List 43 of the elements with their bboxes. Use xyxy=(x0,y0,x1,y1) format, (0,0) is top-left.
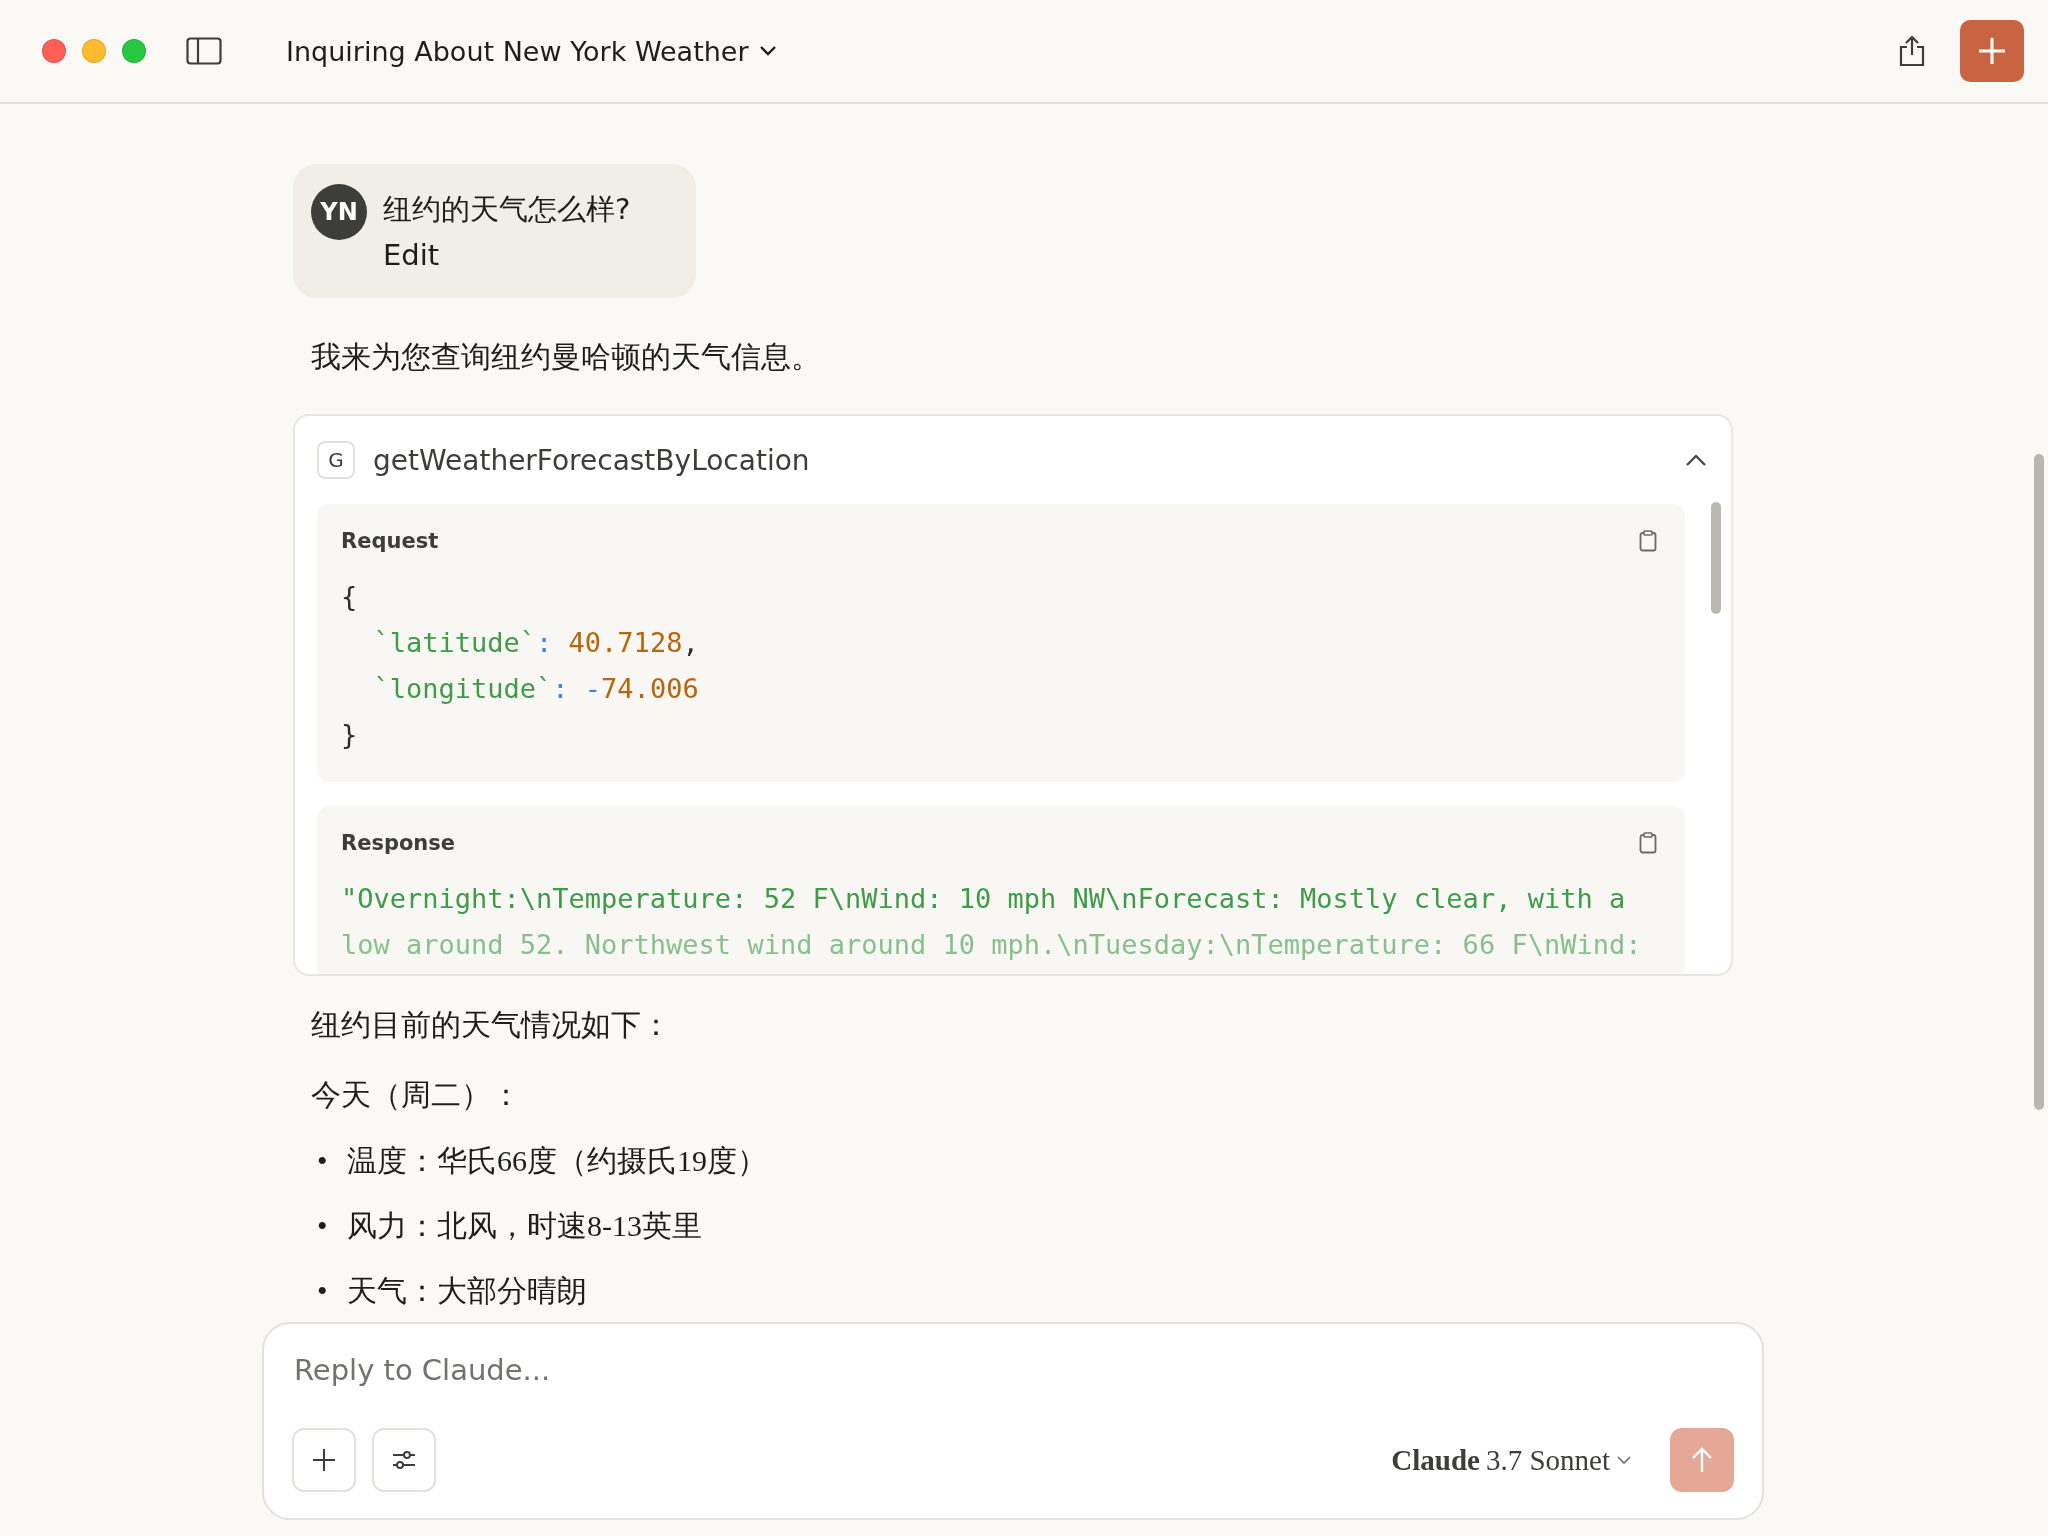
code-line: low around 52. Northwest wind around 10 mph.\nTuesday:\nTemperature: 66 F\nWind: xyxy=(341,928,1643,962)
model-selector[interactable]: Claude 3.7 Sonnet xyxy=(1385,1442,1638,1478)
answer-heading: 今天（周二）： xyxy=(311,1077,522,1113)
bullet-marker: • xyxy=(317,1208,329,1244)
scrollbar-thumb[interactable] xyxy=(1711,502,1721,614)
user-avatar: YN xyxy=(311,184,367,240)
answer-text: 纽约目前的天气情况如下： xyxy=(311,1007,672,1043)
add-button[interactable] xyxy=(292,1428,356,1492)
plus-icon xyxy=(1977,36,2007,66)
settings-button[interactable] xyxy=(372,1428,436,1492)
chevron-down-icon xyxy=(758,45,777,57)
assistant-text: 我来为您查询纽约曼哈顿的天气信息。 xyxy=(311,339,822,375)
bullet-marker: • xyxy=(317,1143,329,1179)
new-chat-button[interactable] xyxy=(1960,20,2024,82)
panel-label: Request xyxy=(341,529,439,553)
panel-label: Response xyxy=(341,831,456,855)
tool-name: getWeatherForecastByLocation xyxy=(373,443,810,477)
sliders-icon xyxy=(391,1449,417,1471)
code-line: { xyxy=(341,580,359,614)
bullet-item: 温度：华氏66度（约摄氏19度） xyxy=(347,1143,767,1179)
user-message-text: 纽约的天气怎么样? xyxy=(383,191,631,228)
close-window-button[interactable] xyxy=(42,39,66,63)
share-icon xyxy=(1898,35,1926,67)
bullet-marker: • xyxy=(317,1273,329,1309)
chevron-down-icon xyxy=(1616,1455,1632,1465)
conversation-title[interactable]: Inquiring About New York Weather xyxy=(282,31,781,71)
edit-link[interactable]: Edit xyxy=(383,238,631,272)
maximize-window-button[interactable] xyxy=(122,39,146,63)
code-line: "Overnight:\nTemperature: 52 F\nWind: 10 mph NW\nForecast: Mostly clear, with a xyxy=(341,882,1627,916)
chevron-up-icon xyxy=(1685,453,1707,467)
reply-input[interactable]: Reply to Claude... xyxy=(292,1352,1734,1388)
code-line: `latitude`: 40.7128, xyxy=(372,626,700,660)
bullet-item: 风力：北风，时速8-13英里 xyxy=(347,1208,702,1244)
tool-badge: G xyxy=(317,441,355,479)
sidebar-icon xyxy=(186,37,222,65)
bullet-item: 天气：大部分晴朗 xyxy=(347,1273,587,1309)
code-line: `longitude`: -74.006 xyxy=(372,672,700,706)
clipboard-icon xyxy=(1639,530,1657,552)
clipboard-icon xyxy=(1639,832,1657,854)
scrollbar-thumb[interactable] xyxy=(2034,454,2044,1110)
plus-icon xyxy=(311,1447,337,1473)
code-line: } xyxy=(341,718,359,752)
arrow-up-icon xyxy=(1690,1446,1714,1474)
